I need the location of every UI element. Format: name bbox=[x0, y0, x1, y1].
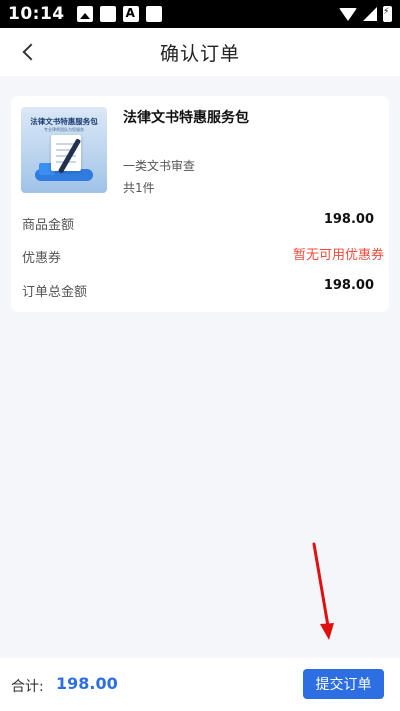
status-time: 10:14 bbox=[8, 4, 65, 24]
blank-notification-icon bbox=[99, 6, 116, 22]
signal-icon bbox=[363, 7, 377, 21]
product-quantity: 共1件 bbox=[123, 181, 155, 195]
total-label: 合计: bbox=[11, 679, 44, 695]
order-card: 法律文书特惠服务包 专业律师团队为您服务 法律文书特惠服务包 一类文书审查 共1… bbox=[11, 96, 389, 312]
goods-amount-value: 198.00 bbox=[323, 212, 374, 227]
back-arrow-icon[interactable] bbox=[18, 42, 38, 62]
product-spec: 一类文书审查 bbox=[123, 159, 196, 173]
status-notification-icons bbox=[76, 6, 162, 22]
nav-header: 确认订单 bbox=[0, 28, 400, 76]
image-notification-icon bbox=[76, 6, 93, 22]
status-bar: 10:14 bbox=[0, 0, 400, 28]
order-total-label: 订单总金额 bbox=[22, 285, 88, 300]
annotation-arrow-icon bbox=[312, 542, 334, 640]
blank-notification-icon-2 bbox=[145, 6, 162, 22]
order-total-value: 198.00 bbox=[323, 278, 374, 293]
status-system-icons bbox=[339, 6, 392, 22]
product-name[interactable]: 法律文书特惠服务包 bbox=[123, 107, 249, 127]
battery-charging-icon bbox=[383, 6, 392, 22]
checkout-bar: 合计: 198.00 提交订单 bbox=[0, 658, 400, 711]
product-thumbnail[interactable]: 法律文书特惠服务包 专业律师团队为您服务 bbox=[21, 107, 107, 193]
wifi-icon bbox=[339, 7, 357, 21]
coupon-value[interactable]: 暂无可用优惠券 bbox=[293, 244, 384, 263]
total-amount: 198.00 bbox=[56, 674, 118, 693]
thumbnail-title: 法律文书特惠服务包 bbox=[30, 117, 98, 126]
page-title: 确认订单 bbox=[159, 42, 240, 65]
coupon-label: 优惠券 bbox=[22, 251, 62, 266]
submit-order-button[interactable]: 提交订单 bbox=[303, 669, 384, 699]
thumbnail-subtitle: 专业律师团队为您服务 bbox=[44, 127, 84, 132]
font-notification-icon bbox=[122, 6, 139, 22]
goods-amount-label: 商品金额 bbox=[22, 218, 75, 233]
